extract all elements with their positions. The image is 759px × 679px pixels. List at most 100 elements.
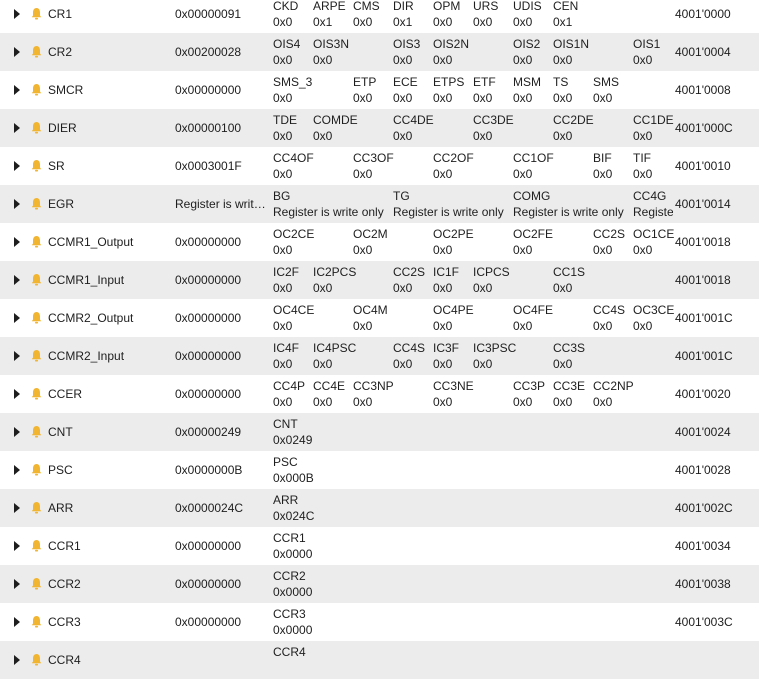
bitfield-value[interactable]: 0x1 <box>553 14 578 30</box>
bitfield[interactable]: ARPE 0x1 <box>313 0 346 30</box>
bitfield[interactable]: TDE 0x0 <box>273 112 297 144</box>
bitfield[interactable]: IC3PSC 0x0 <box>473 340 516 372</box>
register-row[interactable]: CNT 0x00000249 CNT 0x0249 4001'0024 <box>0 413 759 451</box>
bitfield[interactable]: OC4CE 0x0 <box>273 302 314 334</box>
register-row[interactable]: CCR4 CCR4 <box>0 641 759 679</box>
bitfield-value[interactable]: 0x0 <box>513 90 541 106</box>
bitfield[interactable]: CCR2 0x0000 <box>273 568 312 600</box>
chevron-right-icon[interactable] <box>14 9 20 19</box>
bitfield-value[interactable]: 0x0249 <box>273 432 312 448</box>
bitfield[interactable]: PSC 0x000B <box>273 454 314 486</box>
bitfield[interactable]: BIF 0x0 <box>593 150 612 182</box>
bitfield-value[interactable]: 0x0 <box>593 166 612 182</box>
bitfield-value[interactable]: 0x0 <box>393 52 420 68</box>
chevron-right-icon[interactable] <box>14 161 20 171</box>
bitfield[interactable]: OC2M 0x0 <box>353 226 388 258</box>
bitfield-value[interactable]: 0x0 <box>633 52 660 68</box>
register-value[interactable]: 0x00000000 <box>175 273 270 287</box>
bitfield[interactable]: OIS4 0x0 <box>273 36 300 68</box>
bitfield[interactable]: COMDE 0x0 <box>313 112 358 144</box>
bitfield-value[interactable]: 0x0 <box>313 280 356 296</box>
bitfield-value[interactable]: 0x0 <box>473 128 514 144</box>
bitfield-value[interactable]: 0x0 <box>313 356 356 372</box>
bitfield-value[interactable]: 0x0 <box>313 128 358 144</box>
chevron-right-icon[interactable] <box>14 199 20 209</box>
bitfield[interactable]: ETF 0x0 <box>473 74 496 106</box>
bitfield-value[interactable]: 0x0 <box>473 280 510 296</box>
bitfield[interactable]: OPM 0x0 <box>433 0 460 30</box>
bitfield[interactable]: CC2NP 0x0 <box>593 378 634 410</box>
register-row[interactable]: CR2 0x00200028 OIS4 0x0 OIS3N 0x0 OIS3 0… <box>0 33 759 71</box>
bitfield[interactable]: ECE 0x0 <box>393 74 418 106</box>
bitfield[interactable]: IC3F 0x0 <box>433 340 459 372</box>
bitfield[interactable]: UDIS 0x0 <box>513 0 542 30</box>
bitfield[interactable]: OIS3 0x0 <box>393 36 420 68</box>
bitfield[interactable]: SMS_3 0x0 <box>273 74 312 106</box>
bitfield[interactable]: OIS1 0x0 <box>633 36 660 68</box>
bitfield[interactable]: CC1DE 0x0 <box>633 112 674 144</box>
register-row[interactable]: CCR1 0x00000000 CCR1 0x0000 4001'0034 <box>0 527 759 565</box>
register-row[interactable]: SMCR 0x00000000 SMS_3 0x0 ETP 0x0 ECE 0x… <box>0 71 759 109</box>
bitfield-value[interactable]: 0x0 <box>393 356 425 372</box>
bitfield-value[interactable]: 0x0 <box>513 318 553 334</box>
register-row[interactable]: CCER 0x00000000 CC4P 0x0 CC4E 0x0 CC3NP … <box>0 375 759 413</box>
bitfield[interactable]: CC3E 0x0 <box>553 378 585 410</box>
chevron-right-icon[interactable] <box>14 123 20 133</box>
register-row[interactable]: CCMR1_Input 0x00000000 IC2F 0x0 IC2PCS 0… <box>0 261 759 299</box>
bitfield[interactable]: SMS 0x0 <box>593 74 619 106</box>
bitfield-value[interactable]: 0x0 <box>433 52 469 68</box>
bitfield-value[interactable]: Register is write only <box>633 204 673 220</box>
bitfield-value[interactable]: 0x0 <box>553 52 589 68</box>
register-value[interactable]: 0x00000100 <box>175 121 270 135</box>
bitfield[interactable]: CC4G Register is write only <box>633 188 673 220</box>
bitfield[interactable]: OC3CE 0x0 <box>633 302 674 334</box>
bitfield[interactable]: OIS2 0x0 <box>513 36 540 68</box>
chevron-right-icon[interactable] <box>14 617 20 627</box>
bitfield-value[interactable]: 0x0 <box>393 128 434 144</box>
register-row[interactable]: DIER 0x00000100 TDE 0x0 COMDE 0x0 CC4DE … <box>0 109 759 147</box>
register-row[interactable]: CCMR1_Output 0x00000000 OC2CE 0x0 OC2M 0… <box>0 223 759 261</box>
register-value[interactable]: 0x00000000 <box>175 615 270 629</box>
bitfield[interactable]: IC4PSC 0x0 <box>313 340 356 372</box>
bitfield-value[interactable]: 0x0 <box>353 394 394 410</box>
bitfield-value[interactable]: 0x0000 <box>273 546 312 562</box>
bitfield-value[interactable]: 0x0 <box>313 394 345 410</box>
bitfield-value[interactable]: Register is write only <box>273 204 384 220</box>
bitfield-value[interactable]: 0x0 <box>433 14 460 30</box>
bitfield-value[interactable]: 0x0 <box>273 14 298 30</box>
bitfield-value[interactable]: 0x1 <box>393 14 414 30</box>
bitfield-value[interactable]: 0x0 <box>553 356 585 372</box>
register-value[interactable]: 0x0000024C <box>175 501 270 515</box>
bitfield[interactable]: OC4M 0x0 <box>353 302 388 334</box>
bitfield[interactable]: CCR3 0x0000 <box>273 606 312 638</box>
bitfield[interactable]: TIF 0x0 <box>633 150 652 182</box>
bitfield-value[interactable]: 0x0 <box>353 90 376 106</box>
chevron-right-icon[interactable] <box>14 655 20 665</box>
bitfield-value[interactable]: 0x0 <box>473 90 496 106</box>
bitfield[interactable]: CC2S 0x0 <box>393 264 425 296</box>
register-row[interactable]: CCMR2_Output 0x00000000 OC4CE 0x0 OC4M 0… <box>0 299 759 337</box>
bitfield-value[interactable]: 0x0 <box>273 356 299 372</box>
register-row[interactable]: ARR 0x0000024C ARR 0x024C 4001'002C <box>0 489 759 527</box>
bitfield[interactable]: ETP 0x0 <box>353 74 376 106</box>
bitfield-value[interactable]: 0x0 <box>273 128 297 144</box>
register-value[interactable]: 0x00000000 <box>175 539 270 553</box>
bitfield-value[interactable]: 0x0 <box>593 394 634 410</box>
bitfield-value[interactable]: 0x0 <box>353 242 388 258</box>
bitfield[interactable]: CC2S 0x0 <box>593 226 625 258</box>
bitfield-value[interactable]: 0x0 <box>513 394 545 410</box>
bitfield[interactable]: CEN 0x1 <box>553 0 578 30</box>
chevron-right-icon[interactable] <box>14 579 20 589</box>
register-value[interactable]: 0x00200028 <box>175 45 270 59</box>
chevron-right-icon[interactable] <box>14 465 20 475</box>
bitfield[interactable]: IC2F 0x0 <box>273 264 299 296</box>
bitfield-value[interactable]: 0x0 <box>353 318 388 334</box>
register-row[interactable]: EGR Register is write only BG Register i… <box>0 185 759 223</box>
bitfield-value[interactable]: 0x0 <box>313 52 349 68</box>
bitfield-value[interactable]: 0x0 <box>273 318 314 334</box>
register-value[interactable]: Register is write only <box>175 197 270 211</box>
bitfield-value[interactable]: 0x0 <box>593 318 625 334</box>
bitfield[interactable]: TG Register is write only <box>393 188 504 220</box>
chevron-right-icon[interactable] <box>14 351 20 361</box>
bitfield[interactable]: CCR1 0x0000 <box>273 530 312 562</box>
